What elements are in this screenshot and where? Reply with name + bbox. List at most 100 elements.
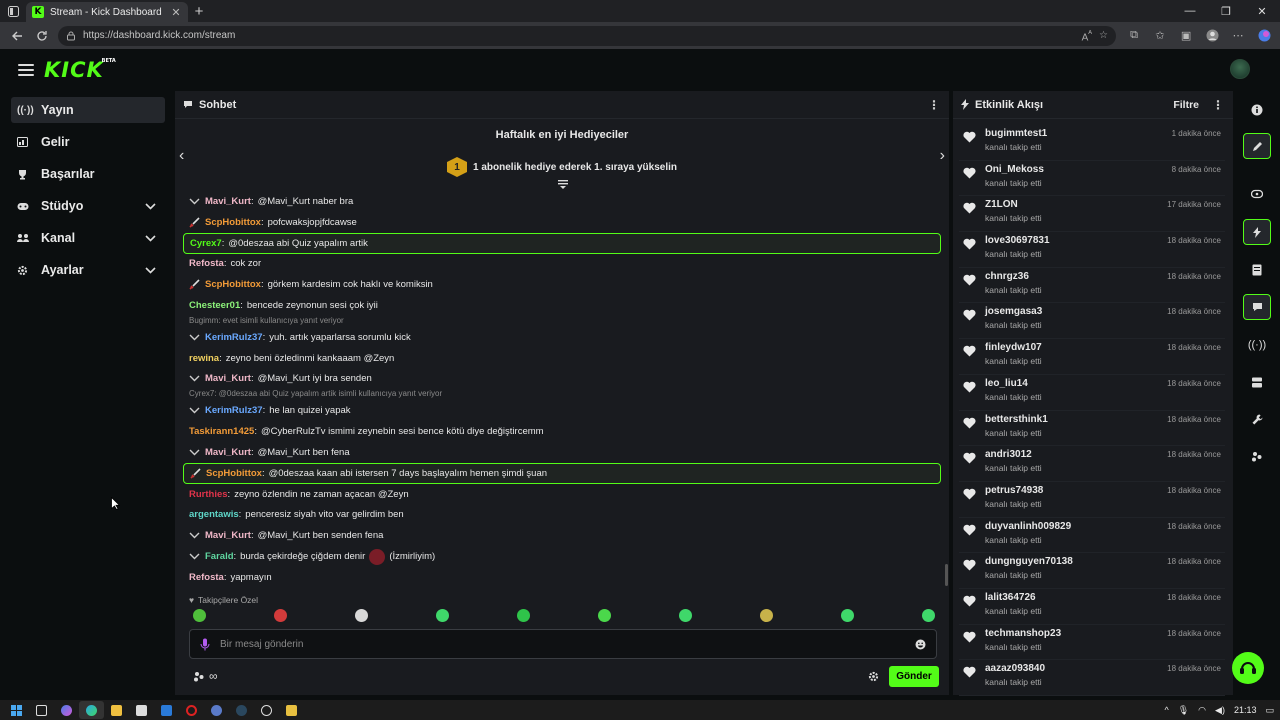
address-bar[interactable]: https://dashboard.kick.com/stream Aᴬ ☆ xyxy=(58,25,1117,46)
chevron-down-icon[interactable] xyxy=(145,266,159,274)
sidebar-item-gelir[interactable]: Gelir xyxy=(11,129,165,155)
sidebar-item-kanal[interactable]: Kanal xyxy=(11,225,165,251)
app-icon[interactable] xyxy=(254,701,279,719)
chat-username[interactable]: Refosta xyxy=(189,258,224,269)
activity-item[interactable]: petrus74938 kanalı takip etti 18 dakika ön… xyxy=(959,482,1225,518)
follower-name[interactable]: andri3012 xyxy=(985,449,1167,460)
notifications-icon[interactable]: ▭ xyxy=(1265,705,1274,716)
copilot-icon[interactable] xyxy=(1252,25,1276,47)
microphone-icon[interactable] xyxy=(200,638,210,651)
sidebar-item-ayarlar[interactable]: Ayarlar xyxy=(11,257,165,283)
follower-name[interactable]: finleydw107 xyxy=(985,342,1167,353)
volume-icon[interactable]: ◀) xyxy=(1215,705,1225,716)
follower-name[interactable]: Z1LON xyxy=(985,199,1167,210)
activity-item[interactable]: lalit364726 kanalı takip etti 18 dakika ön… xyxy=(959,589,1225,625)
minimize-icon[interactable]: — xyxy=(1172,0,1208,22)
follower-name[interactable]: bugimmtest1 xyxy=(985,128,1172,139)
chat-message[interactable]: KerimRulz37: yuh. artık yaparlarsa soruml… xyxy=(183,327,941,348)
chat-username[interactable]: Mavi_Kurt xyxy=(205,447,251,458)
emote-icon[interactable] xyxy=(922,609,935,622)
chat-scrollbar[interactable] xyxy=(945,564,948,586)
clock[interactable]: 21:13 xyxy=(1234,705,1257,715)
chat-username[interactable]: ScpHobittox xyxy=(205,279,261,290)
chat-username[interactable]: Mavi_Kurt xyxy=(205,530,251,541)
user-avatar[interactable] xyxy=(1230,59,1250,79)
outlook-icon[interactable] xyxy=(154,701,179,719)
sidebar-item-studyo[interactable]: Stüdyo xyxy=(11,193,165,219)
lightning-icon[interactable] xyxy=(1243,219,1271,245)
chevron-down-icon[interactable] xyxy=(145,202,159,210)
chat-username[interactable]: KerimRulz37 xyxy=(205,405,263,416)
opera-icon[interactable] xyxy=(179,701,204,719)
follower-name[interactable]: aazaz093840 xyxy=(985,663,1167,674)
emote-icon[interactable] xyxy=(841,609,854,622)
emoji-picker-icon[interactable] xyxy=(915,639,926,650)
kick-logo[interactable]: KICK BETA xyxy=(44,58,116,82)
task-view-icon[interactable] xyxy=(29,701,54,719)
read-aloud-icon[interactable]: Aᴬ xyxy=(1082,28,1092,43)
chevron-up-icon[interactable]: ^ xyxy=(1165,705,1169,715)
wrench-icon[interactable] xyxy=(1243,406,1271,432)
follower-name[interactable]: josemgasa3 xyxy=(985,306,1167,317)
chat-message[interactable]: Mavi_Kurt: @Mavi_Kurt ben fena xyxy=(183,442,941,463)
emote-icon[interactable] xyxy=(436,609,449,622)
store-icon[interactable] xyxy=(129,701,154,719)
activity-item[interactable]: techmanshop23 kanalı takip etti 18 dakika … xyxy=(959,625,1225,661)
chat-message[interactable]: Mavi_Kurt: @Mavi_Kurt naber bra xyxy=(183,191,941,212)
chat-username[interactable]: Mavi_Kurt xyxy=(205,373,251,384)
follower-name[interactable]: love30697831 xyxy=(985,235,1167,246)
broadcast-icon[interactable]: ((·)) xyxy=(1243,332,1271,358)
activity-item[interactable]: finleydw107 kanalı takip etti 18 dakika ön… xyxy=(959,339,1225,375)
chat-options-icon[interactable]: ⋮ xyxy=(927,98,941,112)
chat-message[interactable]: Mavi_Kurt: @Mavi_Kurt ben senden fena xyxy=(183,525,941,546)
chat-message[interactable]: Chesteer01: bencede zeynonun sesi çok iyi… xyxy=(183,295,941,316)
chat-username[interactable]: Chesteer01 xyxy=(189,300,240,311)
chat-message-input[interactable] xyxy=(220,638,905,650)
activity-item[interactable]: Z1LON kanalı takip etti 17 dakika önce xyxy=(959,196,1225,233)
chat-username[interactable]: KerimRulz37 xyxy=(205,332,263,343)
edge-browser-icon[interactable] xyxy=(79,701,104,719)
filter-button[interactable]: Filtre xyxy=(1173,99,1199,111)
chat-message[interactable]: KerimRulz37: he lan quizei yapak xyxy=(183,400,941,421)
chat-message[interactable]: Taskirann1425: @CyberRulzTv ismimi zeyneb… xyxy=(183,421,941,442)
follower-name[interactable]: petrus74938 xyxy=(985,485,1167,496)
extensions-icon[interactable]: ⧉ xyxy=(1122,25,1146,47)
follower-name[interactable]: lalit364726 xyxy=(985,592,1167,603)
chat-message[interactable]: Mavi_Kurt: @Mavi_Kurt iyi bra senden xyxy=(183,369,941,390)
activity-item[interactable]: duyvanlinh009829 kanalı takip etti 18 daki… xyxy=(959,518,1225,554)
chevron-down-icon[interactable] xyxy=(145,234,159,242)
sidebar-item-yayin[interactable]: ((·)) Yayın xyxy=(11,97,165,123)
close-window-icon[interactable]: ✕ xyxy=(1244,0,1280,22)
activity-item[interactable]: chnrgz36 kanalı takip etti 18 dakika önce xyxy=(959,268,1225,304)
hamburger-menu-icon[interactable] xyxy=(18,61,34,79)
chat-username[interactable]: ScpHobittox xyxy=(205,217,261,228)
users-icon[interactable] xyxy=(193,671,205,682)
highlighted-chat-message[interactable]: Cyrex7: @0deszaa abi Quiz yapalım artik xyxy=(183,232,941,254)
emote-icon[interactable] xyxy=(274,609,287,622)
follower-name[interactable]: techmanshop23 xyxy=(985,628,1167,639)
emote-icon[interactable] xyxy=(760,609,773,622)
follower-name[interactable]: chnrgz36 xyxy=(985,271,1167,282)
notes-icon[interactable] xyxy=(1243,257,1271,283)
emote-icon[interactable] xyxy=(193,609,206,622)
favorite-star-icon[interactable]: ☆ xyxy=(1099,30,1108,41)
chat-message[interactable]: Rurthies: zeyno özlendin ne zaman açacan … xyxy=(183,484,941,505)
chat-message[interactable]: rewina: zeyno beni özledinmi kankaaam @Ze… xyxy=(183,348,941,369)
back-button[interactable] xyxy=(4,24,29,48)
url-text[interactable]: https://dashboard.kick.com/stream xyxy=(83,30,1075,41)
follower-name[interactable]: dungnguyen70138 xyxy=(985,556,1167,567)
emote-icon[interactable] xyxy=(598,609,611,622)
activity-item[interactable]: love30697831 kanalı takip etti 18 dakika ö… xyxy=(959,232,1225,268)
follower-name[interactable]: Oni_Mekoss xyxy=(985,164,1172,175)
chat-settings-icon[interactable] xyxy=(868,671,879,682)
help-chat-icon[interactable] xyxy=(1232,652,1264,684)
chat-username[interactable]: argentawis xyxy=(189,509,239,520)
chat-username[interactable]: Cyrex7 xyxy=(190,238,222,249)
info-icon[interactable] xyxy=(1243,97,1271,123)
steam-icon[interactable] xyxy=(229,701,254,719)
app-icon[interactable] xyxy=(204,701,229,719)
activity-item[interactable]: josemgasa3 kanalı takip etti 18 dakika önc… xyxy=(959,303,1225,340)
chat-username[interactable]: rewina xyxy=(189,353,219,364)
activity-item[interactable]: dungnguyen70138 kanalı takip etti 18 dakik… xyxy=(959,553,1225,589)
microphone-icon[interactable]: 🎙︎ xyxy=(1178,705,1189,716)
